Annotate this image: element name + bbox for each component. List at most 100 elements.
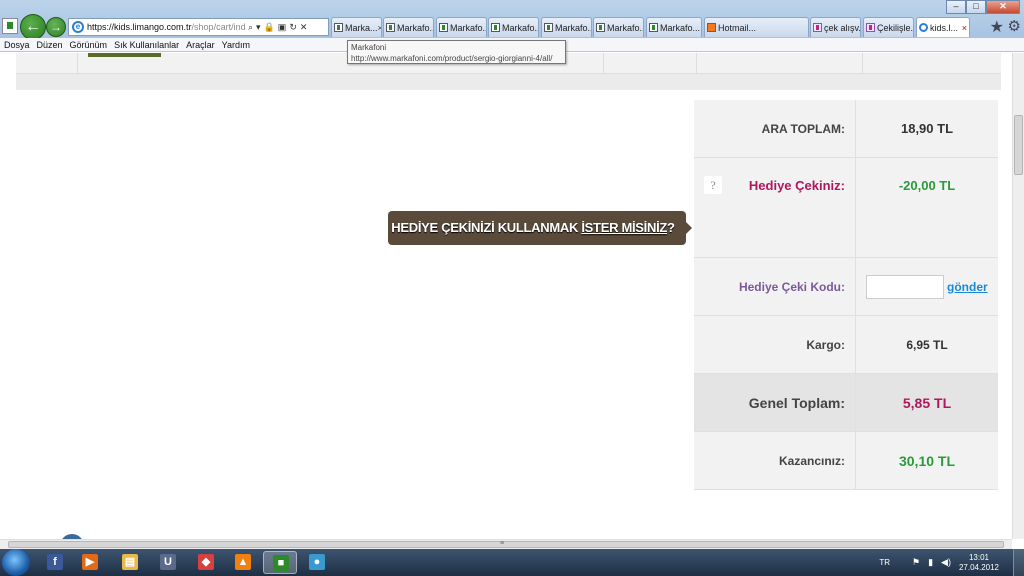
app-card-icon: ◆	[198, 554, 214, 570]
horizontal-scrollbar[interactable]: ≡	[0, 539, 1012, 549]
subtotal-label: ARA TOPLAM:	[694, 100, 856, 157]
horizontal-scroll-thumb[interactable]	[8, 541, 1004, 548]
browser-tab[interactable]: Marka...×	[331, 17, 382, 37]
browser-tab[interactable]: Çekilişle...	[863, 17, 914, 37]
media-player-icon: ▶	[82, 554, 98, 570]
taskbar-app-u-button[interactable]: U	[151, 551, 185, 574]
browser-tab[interactable]: Markafo...	[541, 17, 592, 37]
taskbar-app-active-button[interactable]: ■	[263, 551, 297, 574]
ie-page-icon: e	[72, 21, 84, 33]
taskbar-messenger-button[interactable]: ●	[300, 551, 334, 574]
language-indicator[interactable]: TR	[879, 558, 890, 567]
browser-tab[interactable]: Hotmail...	[704, 17, 809, 37]
menu-view[interactable]: Görünüm	[70, 40, 108, 50]
start-button[interactable]	[2, 549, 30, 576]
site-tab-icon	[439, 23, 448, 32]
app-active-icon: ■	[273, 555, 289, 571]
browser-tab[interactable]: kids.l... ×	[916, 17, 970, 37]
tab-label: Markafo...	[660, 22, 701, 33]
facebook-icon: f	[47, 554, 63, 570]
taskbar-app-card-button[interactable]: ◆	[189, 551, 223, 574]
tab-label: Çekilişle...	[877, 22, 914, 33]
hint-underlined-text: İSTER MİSİNİZ	[581, 220, 668, 235]
search-icon[interactable]: ⌕	[248, 22, 253, 33]
grand-total-value: 5,85 TL	[902, 395, 952, 411]
browser-tab[interactable]: Markafo...	[646, 17, 702, 37]
clock[interactable]: 13:01 27.04.2012	[959, 553, 999, 573]
tab-close-icon[interactable]: ×	[378, 23, 381, 33]
show-desktop-button[interactable]	[1013, 549, 1024, 576]
subtotal-value: 18,90 TL	[900, 121, 954, 136]
close-window-button[interactable]: ✕	[986, 0, 1020, 14]
flag-icon[interactable]: ⚑	[912, 557, 920, 568]
shipping-row: Kargo: 6,95 TL	[694, 316, 998, 374]
pink-tab-icon	[866, 23, 875, 32]
menu-help[interactable]: Yardım	[222, 40, 250, 50]
menu-edit[interactable]: Düzen	[37, 40, 63, 50]
app-u-icon: U	[160, 554, 176, 570]
vertical-scroll-thumb[interactable]	[1014, 115, 1023, 175]
voucher-code-input[interactable]	[866, 274, 944, 299]
window-controls: – □ ✕	[946, 0, 1020, 14]
hotmail-tab-icon	[707, 23, 716, 32]
hint-text: HEDİYE ÇEKİNİZİ KULLANMAK	[391, 220, 582, 235]
table-divider	[696, 53, 697, 73]
voucher-code-row: Hediye Çeki Kodu: gönder	[694, 258, 998, 316]
browser-tab[interactable]: çek alışv...	[810, 17, 861, 37]
browser-tab[interactable]: Markafo...	[436, 17, 487, 37]
stop-icon[interactable]: ✕	[300, 22, 308, 33]
menu-favorites[interactable]: Sık Kullanılanlar	[114, 40, 179, 50]
taskbar-facebook-button[interactable]: f	[38, 551, 72, 574]
taskbar-vlc-button[interactable]: ▲	[226, 551, 260, 574]
table-divider	[603, 53, 604, 73]
url-host: https://kids.limango.com.tr	[87, 22, 192, 32]
lock-icon[interactable]: 🔒	[264, 22, 275, 33]
hint-question-mark: ?	[667, 220, 675, 235]
send-voucher-link[interactable]: gönder	[947, 258, 988, 316]
vertical-scrollbar[interactable]	[1012, 53, 1024, 539]
taskbar-media-player-button[interactable]: ▶	[73, 551, 107, 574]
tools-gear-icon[interactable]: ⚙	[1008, 17, 1021, 35]
dropdown-icon[interactable]: ▾	[256, 22, 261, 33]
site-favicon-icon	[2, 18, 18, 34]
voucher-code-controls: gönder	[856, 258, 998, 315]
pink-tab-icon	[813, 23, 822, 32]
tab-label: kids.l...	[930, 22, 959, 33]
menu-file[interactable]: Dosya	[4, 40, 30, 50]
windows-taskbar: f ▶ ▤ U ◆ ▲ ■ ● TR ⚑ ▮ ◀) 13:01 27.04.2012	[0, 549, 1024, 576]
shipping-label: Kargo:	[694, 316, 856, 373]
shipping-value: 6,95 TL	[906, 338, 948, 352]
gift-voucher-hint: HEDİYE ÇEKİNİZİ KULLANMAK İSTER MİSİNİZ?	[388, 211, 692, 245]
compat-view-icon[interactable]: ▣	[278, 22, 287, 33]
tab-close-icon[interactable]: ×	[962, 23, 967, 33]
site-tab-icon	[334, 23, 343, 32]
savings-row: Kazancınız: 30,10 TL	[694, 432, 998, 490]
maximize-button[interactable]: □	[966, 0, 986, 14]
favorites-star-icon[interactable]: ★	[990, 17, 1004, 37]
gift-voucher-value: -20,00 TL	[898, 178, 956, 193]
grand-total-label: Genel Toplam:	[694, 374, 856, 431]
product-thumbnail[interactable]	[88, 53, 161, 57]
explorer-icon: ▤	[122, 554, 138, 570]
minimize-button[interactable]: –	[946, 0, 966, 14]
forward-button[interactable]: →	[46, 17, 66, 37]
volume-icon[interactable]: ◀)	[941, 557, 951, 568]
ie-tab-icon	[919, 23, 928, 32]
menu-tools[interactable]: Araçlar	[186, 40, 215, 50]
tab-label: Markafo...	[555, 22, 592, 33]
help-question-icon[interactable]: ?	[704, 176, 722, 194]
gift-voucher-row: ? Hediye Çekiniz: -20,00 TL	[694, 158, 998, 258]
back-button[interactable]: ←	[20, 14, 46, 40]
address-bar[interactable]: e https://kids.limango.com.tr/shop/cart/…	[68, 18, 329, 36]
browser-tab[interactable]: Markafo...	[383, 17, 434, 37]
tab-tooltip: Markafoni http://www.markafoni.com/produ…	[347, 40, 566, 64]
taskbar-explorer-button[interactable]: ▤	[113, 551, 147, 574]
tooltip-url: http://www.markafoni.com/product/sergio-…	[351, 54, 553, 63]
vlc-icon: ▲	[235, 554, 251, 570]
network-icon[interactable]: ▮	[928, 557, 933, 568]
browser-tab[interactable]: Markafo...	[593, 17, 644, 37]
refresh-icon[interactable]: ↻	[289, 22, 297, 33]
tab-label: Markafo...	[450, 22, 487, 33]
browser-tab[interactable]: Markafo...	[488, 17, 539, 37]
address-url[interactable]: https://kids.limango.com.tr/shop/cart/in…	[87, 22, 245, 32]
